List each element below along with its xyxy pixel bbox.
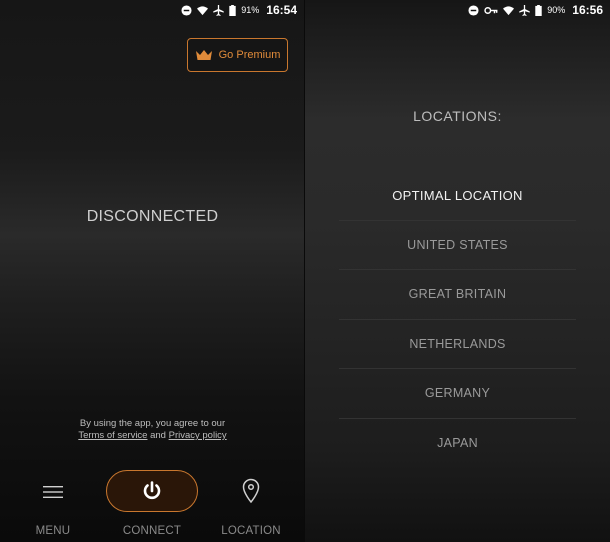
nav-connect[interactable]: CONNECT	[102, 468, 202, 542]
location-item[interactable]: UNITED STATES	[339, 221, 576, 270]
nav-location-label: LOCATION	[221, 525, 281, 537]
connection-status: DISCONNECTED	[86, 208, 219, 225]
wifi-icon	[503, 5, 515, 16]
nav-location[interactable]: LOCATION	[216, 468, 286, 542]
status-bar: 91% 16:54	[181, 0, 297, 20]
crown-icon	[195, 50, 212, 60]
home-screen: 91% 16:54 Go Premium DISCONNECTED By usi…	[0, 0, 305, 542]
connect-button[interactable]	[106, 470, 198, 512]
go-premium-label: Go Premium	[218, 49, 281, 61]
location-label: GERMANY	[424, 386, 491, 401]
battery-icon	[535, 4, 542, 16]
terms-of-service-link[interactable]: Terms of service	[78, 430, 147, 441]
locations-title: LOCATIONS:	[413, 108, 502, 124]
airplane-icon	[213, 4, 225, 16]
terms-notice: By using the app, you agree to our Terms…	[0, 418, 305, 442]
location-label: JAPAN	[437, 436, 478, 451]
wifi-icon	[197, 5, 209, 16]
dnd-icon	[468, 4, 479, 16]
privacy-policy-link[interactable]: Privacy policy	[169, 430, 227, 441]
dnd-icon	[181, 4, 192, 16]
location-item[interactable]: JAPAN	[339, 419, 576, 469]
location-label: GREAT BRITAIN	[408, 287, 507, 302]
location-item[interactable]: GERMANY	[339, 369, 576, 419]
location-item[interactable]: OPTIMAL LOCATION	[339, 171, 576, 221]
location-pin-icon	[242, 478, 260, 504]
locations-screen: 90% 16:56 LOCATIONS: OPTIMAL LOCATION UN…	[305, 0, 610, 542]
location-item[interactable]: GREAT BRITAIN	[339, 270, 576, 320]
battery-percent: 91%	[241, 5, 260, 15]
nav-menu-label: MENU	[35, 525, 71, 537]
battery-percent: 90%	[547, 5, 566, 15]
location-label: OPTIMAL LOCATION	[392, 187, 523, 203]
key-icon	[484, 5, 498, 16]
location-label: NETHERLANDS	[409, 336, 506, 351]
terms-prefix: By using the app, you agree to our	[79, 418, 226, 429]
nav-menu[interactable]: MENU	[18, 468, 88, 542]
location-list: OPTIMAL LOCATION UNITED STATES GREAT BRI…	[339, 171, 576, 468]
location-label: UNITED STATES	[407, 237, 508, 252]
battery-icon	[229, 4, 236, 16]
power-icon	[143, 481, 161, 500]
go-premium-button[interactable]: Go Premium	[187, 38, 288, 72]
airplane-icon	[519, 4, 531, 16]
status-bar: 90% 16:56	[468, 0, 603, 20]
location-item[interactable]: NETHERLANDS	[339, 320, 576, 369]
clock: 16:56	[572, 3, 603, 17]
terms-and: and	[150, 430, 166, 441]
nav-connect-label: CONNECT	[122, 525, 182, 537]
menu-icon	[43, 486, 63, 498]
clock: 16:54	[266, 3, 297, 17]
